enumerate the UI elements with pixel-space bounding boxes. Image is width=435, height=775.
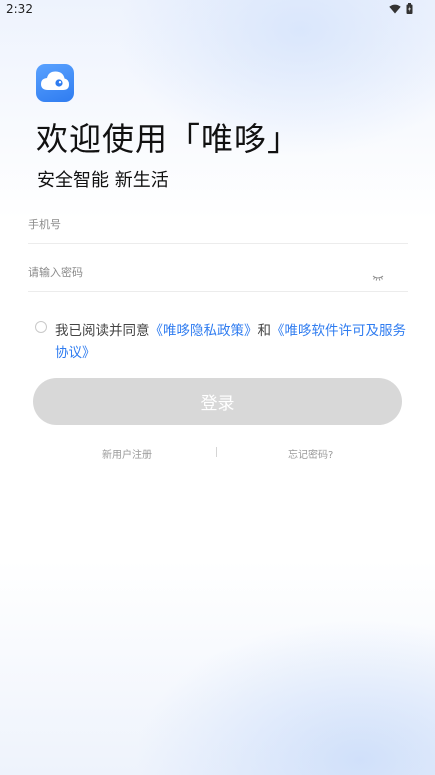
privacy-policy-link[interactable]: 《唯哆隐私政策》	[150, 323, 258, 339]
phone-field[interactable]	[28, 209, 408, 244]
wifi-icon	[389, 4, 401, 14]
agreement-prefix: 我已阅读并同意	[55, 323, 150, 339]
welcome-title: 欢迎使用「唯哆」	[36, 120, 301, 158]
status-bar: 2:32	[0, 0, 435, 20]
password-input[interactable]	[28, 257, 348, 287]
password-field[interactable]	[28, 257, 408, 292]
app-logo	[36, 64, 74, 102]
forgot-password-link[interactable]: 忘记密码?	[288, 446, 333, 461]
agreement-radio[interactable]	[35, 321, 47, 333]
battery-icon	[406, 3, 413, 14]
agreement-text: 我已阅读并同意《唯哆隐私政策》和《唯哆软件许可及服务协议》	[55, 320, 407, 364]
phone-input[interactable]	[28, 209, 348, 239]
link-divider	[216, 447, 217, 457]
cloud-eye-icon	[40, 70, 70, 96]
eye-closed-icon[interactable]	[372, 267, 384, 286]
status-icons	[389, 3, 413, 14]
register-link[interactable]: 新用户注册	[102, 446, 152, 461]
agreement-and: 和	[257, 323, 272, 339]
login-button[interactable]: 登录	[33, 378, 402, 425]
status-time: 2:32	[6, 2, 33, 16]
welcome-subtitle: 安全智能 新生活	[37, 170, 169, 191]
